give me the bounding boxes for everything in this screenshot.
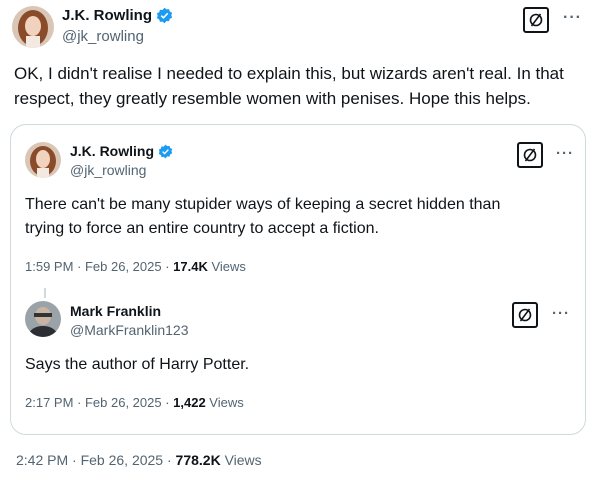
reply-views-label: Views	[205, 395, 244, 410]
quote-time: 1:59 PM · Feb 26, 2025 ·	[25, 259, 174, 274]
avatar-jk-rowling[interactable]	[12, 6, 54, 48]
reply-more-dots-icon[interactable]: ···	[552, 305, 570, 322]
reply-views-count: 1,422	[173, 395, 206, 410]
quote-views-count: 17.4K	[173, 259, 208, 274]
quote-avatar-jk-rowling[interactable]	[25, 142, 61, 178]
tweet-views-label: Views	[220, 452, 262, 468]
quote-author-name-row: J.K. Rowling	[70, 143, 173, 159]
block-icon	[529, 13, 543, 27]
tweet-views-count: 778.2K	[175, 452, 221, 468]
quote-block-button[interactable]	[517, 142, 543, 168]
reply-author-name[interactable]: Mark Franklin	[70, 303, 161, 319]
quote-views-label: Views	[207, 259, 246, 274]
reply-timestamp[interactable]: 2:17 PM · Feb 26, 2025 · 1,422 Views	[25, 395, 244, 410]
reply-author-handle[interactable]: @MarkFranklin123	[70, 322, 188, 338]
quote-more-dots-icon[interactable]: ···	[556, 145, 574, 162]
reply-avatar-mark-franklin[interactable]	[25, 301, 61, 337]
verified-badge-icon	[158, 144, 173, 159]
block-icon	[518, 308, 532, 322]
reply-author-name-row: Mark Franklin	[70, 303, 161, 319]
author-name-row: J.K. Rowling	[62, 7, 173, 24]
author-handle[interactable]: @jk_rowling	[62, 28, 144, 45]
tweet-text-line-1: OK, I didn't realise I needed to explain…	[14, 64, 564, 83]
tweet-time: 2:42 PM · Feb 26, 2025 ·	[16, 452, 176, 468]
quote-author-handle[interactable]: @jk_rowling	[70, 162, 146, 178]
tweet-timestamp[interactable]: 2:42 PM · Feb 26, 2025 · 778.2K Views	[16, 452, 262, 468]
author-name[interactable]: J.K. Rowling	[62, 7, 152, 24]
quote-text-line-1: There can't be many stupider ways of kee…	[25, 196, 501, 213]
reply-time: 2:17 PM · Feb 26, 2025 ·	[25, 395, 174, 410]
quote-timestamp[interactable]: 1:59 PM · Feb 26, 2025 · 17.4K Views	[25, 259, 246, 274]
block-icon	[523, 148, 537, 162]
reply-text: Says the author of Harry Potter.	[25, 356, 250, 373]
reply-block-button[interactable]	[512, 302, 538, 328]
block-button[interactable]	[523, 7, 549, 33]
tweet-text-line-2: respect, they greatly resemble women wit…	[14, 89, 531, 108]
quote-author-name[interactable]: J.K. Rowling	[70, 143, 154, 159]
thread-connector	[44, 288, 46, 298]
verified-badge-icon	[156, 7, 173, 24]
quote-text-line-2: trying to force an entire country to acc…	[25, 220, 379, 237]
more-dots-icon[interactable]: ···	[563, 9, 582, 27]
